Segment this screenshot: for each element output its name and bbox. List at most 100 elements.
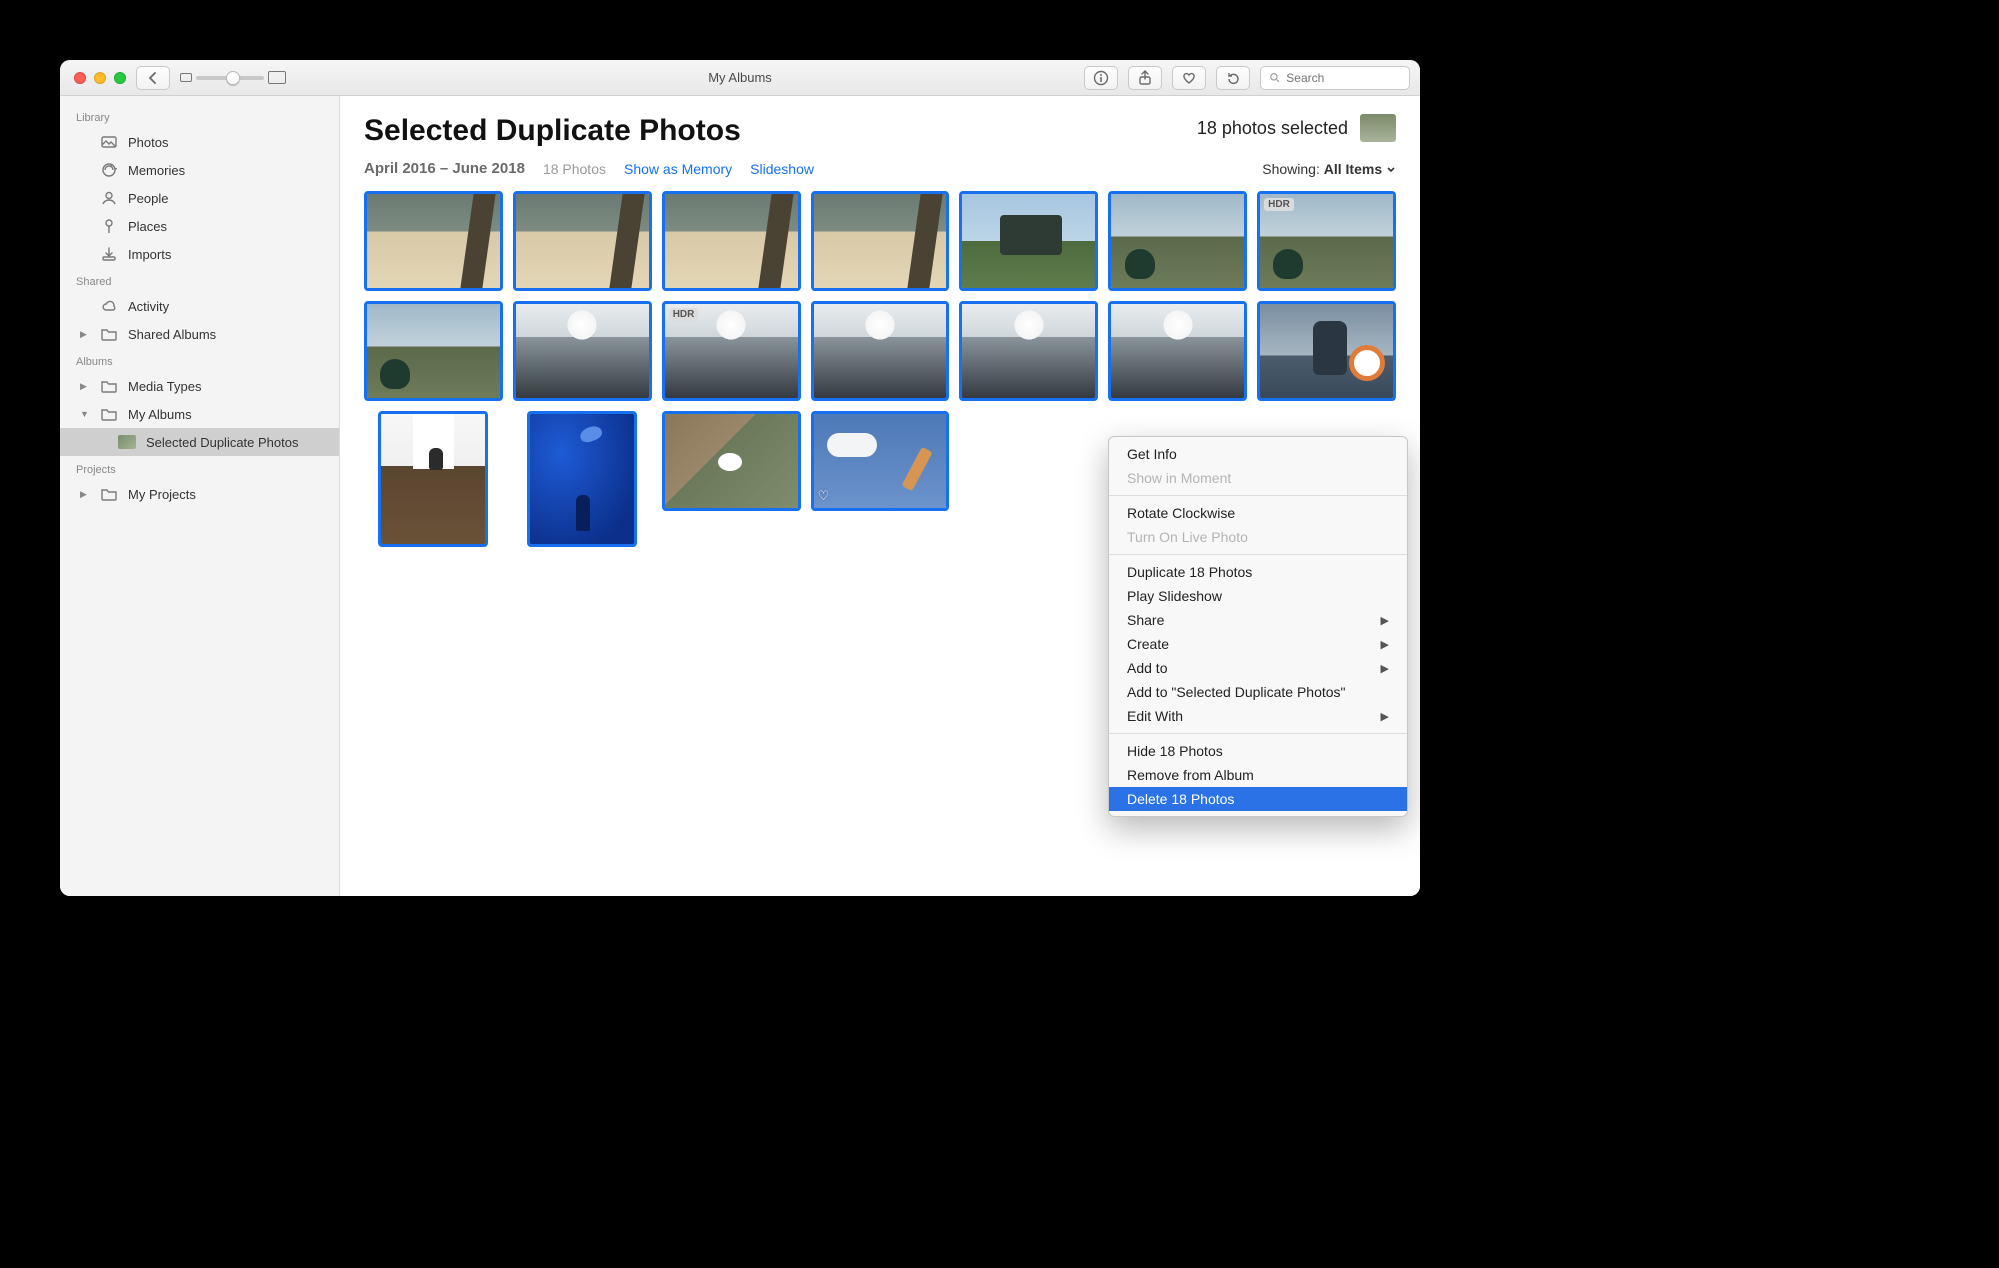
photo-thumbnail[interactable]: ♡ — [811, 411, 950, 511]
photo-image — [367, 194, 500, 288]
photo-thumbnail[interactable] — [364, 301, 503, 401]
sidebar-item[interactable]: Imports — [60, 240, 339, 268]
sidebar-section-header: Albums — [60, 348, 339, 372]
slideshow-link[interactable]: Slideshow — [750, 161, 814, 177]
submenu-arrow-icon: ▶ — [1381, 614, 1389, 627]
share-button[interactable] — [1128, 66, 1162, 90]
sidebar-section-header: Projects — [60, 456, 339, 480]
photo-thumbnail[interactable] — [378, 411, 488, 547]
sidebar-item[interactable]: People — [60, 184, 339, 212]
photo-thumbnail[interactable] — [527, 411, 637, 547]
submenu-arrow-icon: ▶ — [1381, 638, 1389, 651]
search-field[interactable] — [1260, 66, 1410, 90]
sidebar-item[interactable]: ▶Shared Albums — [60, 320, 339, 348]
sidebar-item-label: Photos — [128, 135, 323, 150]
sidebar-item[interactable]: Photos — [60, 128, 339, 156]
disclosure-triangle-icon[interactable]: ▶ — [80, 489, 90, 500]
folder-icon — [100, 325, 118, 343]
showing-filter[interactable]: Showing: All Items — [1262, 161, 1396, 177]
photo-thumbnail[interactable] — [811, 191, 950, 291]
fullscreen-window-button[interactable] — [114, 72, 126, 84]
menu-item[interactable]: Edit With ▶ — [1109, 704, 1407, 728]
menu-item[interactable]: Add to "Selected Duplicate Photos" — [1109, 680, 1407, 704]
date-range: April 2016 – June 2018 — [364, 160, 525, 177]
photo-image — [814, 304, 947, 398]
photo-image — [516, 304, 649, 398]
menu-item-label: Remove from Album — [1127, 767, 1254, 783]
window-body: LibraryPhotosMemoriesPeoplePlacesImports… — [60, 96, 1420, 896]
favorite-button[interactable] — [1172, 66, 1206, 90]
photo-thumbnail[interactable] — [811, 301, 950, 401]
sidebar-item-label: Media Types — [128, 379, 323, 394]
menu-item-label: Edit With — [1127, 708, 1183, 724]
photo-count: 18 Photos — [543, 161, 606, 177]
show-as-memory-link[interactable]: Show as Memory — [624, 161, 732, 177]
submenu-arrow-icon: ▶ — [1381, 710, 1389, 723]
thumbnail-size-slider[interactable] — [180, 71, 286, 84]
sidebar-item[interactable]: ▼My Albums — [60, 400, 339, 428]
photo-image — [516, 194, 649, 288]
disclosure-triangle-icon[interactable]: ▼ — [80, 409, 90, 419]
menu-item[interactable]: Add to▶ — [1109, 656, 1407, 680]
rotate-button[interactable] — [1216, 66, 1250, 90]
share-icon — [1137, 70, 1153, 86]
photo-thumbnail[interactable] — [662, 411, 801, 511]
sidebar-item[interactable]: ▶ Media Types — [60, 372, 339, 400]
photo-thumbnail[interactable] — [959, 301, 1098, 401]
subheader: April 2016 – June 2018 18 Photos Show as… — [364, 160, 1396, 177]
photo-thumbnail[interactable] — [513, 191, 652, 291]
chevron-left-icon — [147, 72, 159, 84]
sidebar-item[interactable]: Places — [60, 212, 339, 240]
search-input[interactable] — [1286, 71, 1401, 85]
photo-thumbnail[interactable] — [1108, 301, 1247, 401]
photo-thumbnail[interactable] — [662, 191, 801, 291]
close-window-button[interactable] — [74, 72, 86, 84]
disclosure-triangle-icon[interactable]: ▶ — [80, 381, 90, 392]
menu-item[interactable]: Duplicate 18 Photos — [1109, 560, 1407, 584]
photo-thumbnail[interactable] — [513, 301, 652, 401]
photo-thumbnail[interactable] — [364, 191, 503, 291]
menu-item-label: Share — [1127, 612, 1164, 628]
sidebar-item-label: Imports — [128, 247, 323, 262]
hdr-badge: HDR — [1264, 198, 1294, 211]
memories-icon — [100, 161, 118, 179]
disclosure-triangle-icon[interactable]: ▶ — [80, 329, 90, 340]
menu-item[interactable]: Rotate Clockwise — [1109, 501, 1407, 525]
menu-item[interactable]: Remove from Album — [1109, 763, 1407, 787]
selection-info: 18 photos selected — [1197, 114, 1396, 142]
menu-item[interactable]: Get Info — [1109, 442, 1407, 466]
menu-item[interactable]: Create▶ — [1109, 632, 1407, 656]
photo-image — [381, 414, 485, 544]
selection-count: 18 photos selected — [1197, 118, 1348, 139]
menu-item[interactable]: Delete 18 Photos — [1109, 787, 1407, 811]
photo-image — [530, 414, 634, 544]
slider-track[interactable] — [196, 76, 264, 80]
photo-image — [1111, 194, 1244, 288]
sidebar-item[interactable]: ▶My Projects — [60, 480, 339, 508]
large-grid-icon — [268, 71, 286, 84]
minimize-window-button[interactable] — [94, 72, 106, 84]
back-button[interactable] — [136, 66, 170, 90]
photo-thumbnail[interactable] — [959, 191, 1098, 291]
menu-item[interactable]: Play Slideshow — [1109, 584, 1407, 608]
info-button[interactable] — [1084, 66, 1118, 90]
menu-item[interactable]: Hide 18 Photos — [1109, 739, 1407, 763]
photo-thumbnail[interactable]: HDR — [662, 301, 801, 401]
sidebar-item[interactable]: Memories — [60, 156, 339, 184]
hdr-badge: HDR — [669, 308, 699, 321]
sidebar-item-label: Places — [128, 219, 323, 234]
photo-thumbnail[interactable]: HDR — [1257, 191, 1396, 291]
sidebar-item[interactable]: Selected Duplicate Photos — [60, 428, 339, 456]
menu-item: Turn On Live Photo — [1109, 525, 1407, 549]
people-icon — [100, 189, 118, 207]
photo-thumbnail[interactable] — [1108, 191, 1247, 291]
selection-stack-thumb[interactable] — [1360, 114, 1396, 142]
slider-knob[interactable] — [226, 71, 240, 85]
sidebar-item[interactable]: Activity — [60, 292, 339, 320]
photos-icon — [100, 133, 118, 151]
photo-thumbnail[interactable] — [1257, 301, 1396, 401]
cloud-icon — [100, 297, 118, 315]
menu-item-label: Add to "Selected Duplicate Photos" — [1127, 684, 1346, 700]
menu-item[interactable]: Share ▶ — [1109, 608, 1407, 632]
search-icon — [1269, 71, 1280, 84]
